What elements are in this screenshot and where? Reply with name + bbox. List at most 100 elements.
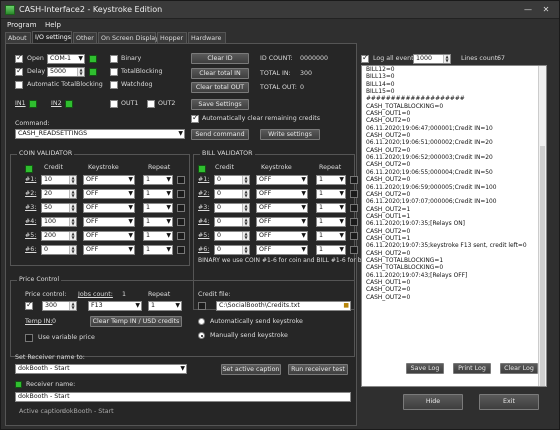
bill-repeat-select[interactable]: 1 ▼ — [316, 203, 346, 213]
save-log-button[interactable]: Save Log — [406, 363, 444, 374]
coin-row-checkbox[interactable] — [177, 204, 185, 212]
bill-row-checkbox[interactable] — [350, 218, 358, 226]
totalblocking-checkbox[interactable] — [110, 68, 118, 76]
print-log-button[interactable]: Print Log — [453, 363, 491, 374]
bill-keystroke-select[interactable]: OFF ▼ — [256, 245, 308, 255]
coin-credit-stepper[interactable]: 0 ▲ ▼ — [41, 245, 77, 255]
out1-checkbox[interactable] — [110, 100, 118, 108]
set-active-caption-button[interactable]: Set active caption — [221, 364, 281, 375]
delay-stepper[interactable]: 5000 ▲ ▼ — [47, 67, 85, 77]
coin-repeat-select[interactable]: 1 ▼ — [143, 245, 173, 255]
coin-row-checkbox[interactable] — [177, 232, 185, 240]
bill-repeat-select[interactable]: 1 ▼ — [316, 231, 346, 241]
bill-keystroke-select[interactable]: OFF ▼ — [256, 175, 308, 185]
set-receiver-select[interactable]: dokBooth - Start ▼ — [15, 364, 187, 374]
log-lines-stepper[interactable]: 1000 ▲ ▼ — [413, 54, 451, 64]
coin-credit-stepper[interactable]: 50 ▲ ▼ — [41, 203, 77, 213]
coin-credit-stepper[interactable]: 10 ▲ ▼ — [41, 175, 77, 185]
menu-help[interactable]: Help — [45, 21, 61, 29]
coin-keystroke-select[interactable]: OFF ▼ — [83, 175, 135, 185]
credit-file-checkbox[interactable] — [198, 302, 206, 310]
auto-clear-checkbox[interactable] — [191, 113, 199, 123]
coin-row-checkbox[interactable] — [177, 176, 185, 184]
save-settings-button[interactable]: Save Settings — [191, 99, 249, 110]
exit-button[interactable]: Exit — [479, 394, 539, 410]
hide-button[interactable]: Hide — [403, 394, 463, 410]
clear-total-in-button[interactable]: Clear total IN — [191, 68, 249, 79]
clear-total-out-button[interactable]: Clear total OUT — [191, 82, 249, 93]
bill-keystroke-select[interactable]: OFF ▼ — [256, 231, 308, 241]
bill-credit-stepper[interactable]: 0 ▲ ▼ — [214, 189, 250, 199]
tab-io-settings[interactable]: I/O settings — [32, 31, 72, 43]
auto-totalblocking-checkbox[interactable] — [15, 81, 23, 89]
bill-repeat-select[interactable]: 1 ▼ — [316, 245, 346, 255]
bill-row-checkbox[interactable] — [350, 232, 358, 240]
coin-credit-stepper[interactable]: 20 ▲ ▼ — [41, 189, 77, 199]
tab-other[interactable]: Other — [73, 32, 97, 43]
bill-row-checkbox[interactable] — [350, 190, 358, 198]
price-repeat-select[interactable]: 1 ▼ — [148, 301, 182, 311]
price-keystroke-select[interactable]: F13 ▼ — [88, 301, 142, 311]
clear-id-button[interactable]: Clear ID — [191, 53, 249, 64]
out2-checkbox[interactable] — [147, 100, 155, 108]
coin-credit-stepper[interactable]: 200 ▲ ▼ — [41, 231, 77, 241]
clear-log-button[interactable]: Clear Log — [500, 363, 538, 374]
coin-keystroke-select[interactable]: OFF ▼ — [83, 231, 135, 241]
run-receiver-test-button[interactable]: Run receiver test — [288, 364, 348, 375]
bill-keystroke-select[interactable]: OFF ▼ — [256, 203, 308, 213]
bill-row-checkbox[interactable] — [350, 246, 358, 254]
manual-send-radio[interactable] — [198, 332, 205, 339]
binary-checkbox[interactable] — [110, 55, 118, 63]
bill-repeat-select[interactable]: 1 ▼ — [316, 189, 346, 199]
minimize-icon[interactable]: — — [521, 4, 535, 15]
delay-checkbox[interactable] — [15, 66, 23, 76]
auto-send-radio[interactable] — [198, 318, 205, 325]
tab-on-screen-display[interactable]: On Screen Display — [98, 32, 159, 43]
bill-credit-stepper[interactable]: 0 ▲ ▼ — [214, 231, 250, 241]
coin-row-checkbox[interactable] — [177, 190, 185, 198]
coin-repeat-select[interactable]: 1 ▼ — [143, 217, 173, 227]
use-variable-price-checkbox[interactable] — [25, 334, 33, 342]
log-all-events-checkbox[interactable] — [361, 53, 369, 63]
credit-file-field[interactable]: C:\SocialBooth\Credits.txt ■ — [216, 301, 351, 311]
bill-row-checkbox[interactable] — [350, 176, 358, 184]
bill-repeat-select[interactable]: 1 ▼ — [316, 217, 346, 227]
bill-credit-stepper[interactable]: 0 ▲ ▼ — [214, 245, 250, 255]
open-checkbox[interactable] — [15, 53, 23, 63]
coin-credit-stepper[interactable]: 100 ▲ ▼ — [41, 217, 77, 227]
coin-keystroke-select[interactable]: OFF ▼ — [83, 189, 135, 199]
write-settings-button[interactable]: Write settings — [260, 129, 320, 140]
log-scrollbar[interactable] — [538, 66, 546, 386]
tab-about[interactable]: About — [5, 32, 31, 43]
price-stepper[interactable]: 300 ▲ ▼ — [42, 301, 77, 311]
command-select[interactable]: CASH_READSETTINGS ▼ — [15, 129, 185, 139]
scrollbar-thumb[interactable] — [540, 146, 545, 386]
bill-keystroke-select[interactable]: OFF ▼ — [256, 217, 308, 227]
tab-hardware[interactable]: Hardware — [188, 32, 226, 43]
coin-keystroke-select[interactable]: OFF ▼ — [83, 203, 135, 213]
menu-program[interactable]: Program — [7, 21, 37, 29]
watchdog-checkbox[interactable] — [110, 81, 118, 89]
coin-repeat-select[interactable]: 1 ▼ — [143, 231, 173, 241]
coin-repeat-select[interactable]: 1 ▼ — [143, 203, 173, 213]
folder-icon[interactable]: ■ — [343, 302, 349, 310]
bill-credit-stepper[interactable]: 0 ▲ ▼ — [214, 175, 250, 185]
bill-row-checkbox[interactable] — [350, 204, 358, 212]
coin-repeat-select[interactable]: 1 ▼ — [143, 189, 173, 199]
tab-hopper[interactable]: Hopper — [157, 32, 187, 43]
event-log[interactable]: BILL12=0 BILL13=0 BILL14=0 BILL15=0 ########… — [361, 65, 547, 387]
price-control-checkbox[interactable] — [25, 300, 33, 310]
coin-repeat-select[interactable]: 1 ▼ — [143, 175, 173, 185]
coin-keystroke-select[interactable]: OFF ▼ — [83, 217, 135, 227]
bill-credit-stepper[interactable]: 0 ▲ ▼ — [214, 217, 250, 227]
send-command-button[interactable]: Send command — [191, 129, 249, 140]
clear-temp-in-button[interactable]: Clear Temp IN / USD credits — [90, 316, 182, 327]
coin-row-checkbox[interactable] — [177, 218, 185, 226]
com-port-select[interactable]: COM-1 ▼ — [47, 54, 85, 64]
bill-keystroke-select[interactable]: OFF ▼ — [256, 189, 308, 199]
receiver-name-field[interactable]: dokBooth - Start — [15, 392, 351, 402]
bill-repeat-select[interactable]: 1 ▼ — [316, 175, 346, 185]
coin-row-checkbox[interactable] — [177, 246, 185, 254]
coin-keystroke-select[interactable]: OFF ▼ — [83, 245, 135, 255]
bill-credit-stepper[interactable]: 0 ▲ ▼ — [214, 203, 250, 213]
